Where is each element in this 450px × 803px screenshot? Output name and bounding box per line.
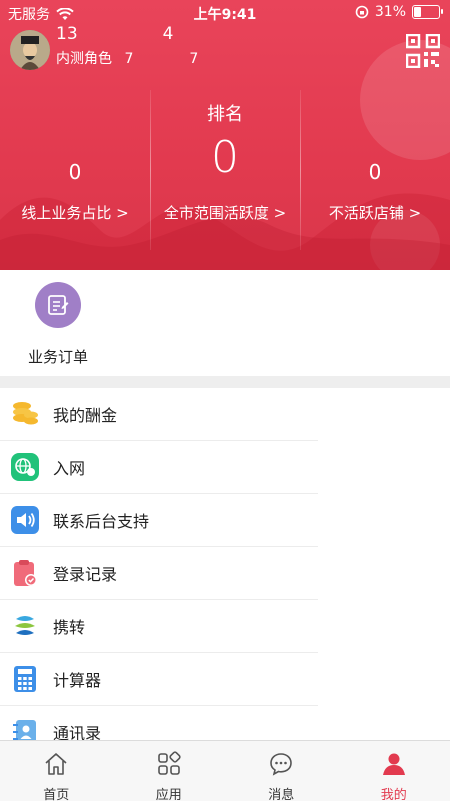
tab-apps[interactable]: 应用 (113, 741, 226, 801)
stat-online-share-value: 0 (0, 160, 150, 184)
menu-item-transfer[interactable]: 携转 (0, 600, 318, 653)
stat-inactive-shops-label: 不活跃店铺 > (300, 202, 450, 223)
menu-list: 我的酬金 入网 联系后台支持 登录记录 (0, 388, 450, 759)
clipboard-check-icon (10, 558, 40, 588)
stat-city-activity-label: 全市范围活跃度 > (150, 202, 300, 223)
coins-icon (10, 399, 40, 429)
section-gap (0, 376, 450, 388)
rotation-lock-icon (355, 5, 369, 19)
tab-messages[interactable]: 消息 (225, 741, 338, 801)
menu-item-support[interactable]: 联系后台支持 (0, 494, 318, 547)
profile-header: 无服务 上午9:41 31% 13 4 内测角色 (0, 0, 450, 270)
role-id: 7 7 (124, 51, 198, 67)
apps-icon (156, 751, 182, 777)
stat-online-share-label: 线上业务占比 > (0, 202, 150, 223)
tab-label: 我的 (338, 784, 450, 803)
rank-value: 0 (150, 132, 300, 183)
tab-home[interactable]: 首页 (0, 741, 113, 801)
battery-icon (412, 5, 440, 19)
role-label: 内测角色 (56, 51, 112, 67)
menu-item-label: 计算器 (53, 667, 101, 691)
profile-icon (381, 751, 407, 777)
menu-item-label: 入网 (53, 455, 85, 479)
menu-item-calculator[interactable]: 计算器 (0, 653, 318, 706)
qr-code-icon[interactable] (406, 34, 440, 68)
avatar[interactable] (10, 30, 50, 70)
menu-item-label: 联系后台支持 (53, 508, 149, 532)
rank-title: 排名 (150, 100, 300, 126)
tab-label: 首页 (0, 784, 113, 803)
edit-document-icon (35, 282, 81, 328)
tab-label: 消息 (225, 784, 338, 803)
menu-item-label: 我的酬金 (53, 402, 117, 426)
menu-item-label: 登录记录 (53, 561, 117, 585)
stat-inactive-shops-value: 0 (300, 160, 450, 184)
business-orders-label: 业务订单 (18, 346, 98, 367)
calculator-icon (10, 664, 40, 694)
home-icon (43, 751, 69, 777)
tab-bar: 首页 应用 消息 我的 (0, 740, 450, 801)
tab-label: 应用 (113, 784, 226, 803)
speaker-icon (10, 505, 40, 535)
message-icon (268, 751, 294, 777)
network-globe-icon (10, 452, 40, 482)
stats-panel: 0 线上业务占比 > 排名 0 全市范围活跃度 > 0 不活跃店铺 > (0, 90, 450, 260)
user-phone: 13 4 (56, 24, 173, 44)
menu-item-commission[interactable]: 我的酬金 (0, 388, 318, 441)
menu-item-network[interactable]: 入网 (0, 441, 318, 494)
china-mobile-logo-icon (10, 611, 40, 641)
business-orders-button[interactable]: 业务订单 (18, 282, 98, 367)
tab-mine[interactable]: 我的 (338, 741, 450, 801)
status-bar: 无服务 上午9:41 31% (0, 0, 450, 26)
menu-item-label: 携转 (53, 614, 85, 638)
quick-actions: 业务订单 (0, 270, 450, 376)
battery-percent: 31% (375, 4, 406, 20)
user-role: 内测角色 7 7 (56, 48, 198, 68)
menu-item-login-records[interactable]: 登录记录 (0, 547, 318, 600)
